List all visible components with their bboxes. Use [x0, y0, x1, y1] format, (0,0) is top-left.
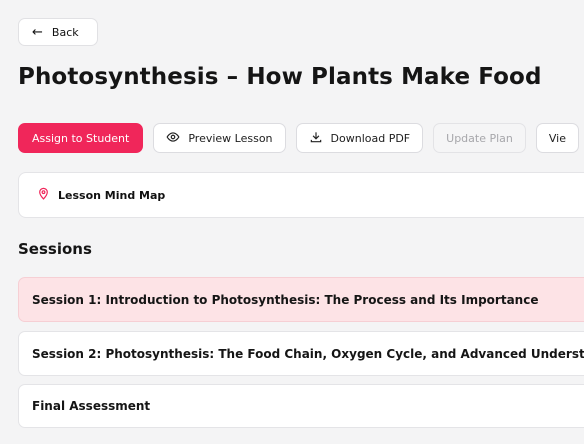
eye-icon: [166, 130, 180, 147]
session-item-label: Session 1: Introduction to Photosynthesi…: [32, 292, 539, 307]
download-pdf-label: Download PDF: [330, 131, 411, 145]
back-button[interactable]: ← Back: [18, 18, 98, 46]
session-item-label: Final Assessment: [32, 399, 151, 413]
sessions-heading: Sessions: [18, 240, 92, 258]
final-assessment-item[interactable]: Final Assessment: [18, 384, 584, 428]
back-button-label: Back: [51, 25, 79, 39]
page-title: Photosynthesis – How Plants Make Food: [18, 64, 542, 90]
arrow-left-icon: ←: [32, 24, 43, 40]
preview-lesson-label: Preview Lesson: [188, 131, 273, 145]
lesson-toolbar: Assign to Student Preview Lesson Downloa…: [18, 123, 579, 153]
preview-lesson-button[interactable]: Preview Lesson: [153, 123, 286, 153]
lesson-mind-map-label: Lesson Mind Map: [58, 188, 166, 202]
session-item-2[interactable]: Session 2: Photosynthesis: The Food Chai…: [18, 331, 584, 376]
download-pdf-button[interactable]: Download PDF: [295, 123, 424, 153]
lesson-mind-map-card[interactable]: Lesson Mind Map: [18, 172, 584, 218]
session-item-label: Session 2: Photosynthesis: The Food Chai…: [32, 346, 584, 361]
session-item-1[interactable]: Session 1: Introduction to Photosynthesi…: [18, 277, 584, 322]
assign-to-student-button[interactable]: Assign to Student: [18, 123, 144, 153]
update-plan-label: Update Plan: [446, 131, 513, 145]
download-icon: [309, 130, 323, 147]
map-pin-icon: [37, 187, 50, 203]
view-button-label: Vie: [548, 131, 566, 145]
lesson-page: ← Back Photosynthesis – How Plants Make …: [0, 0, 584, 444]
update-plan-button[interactable]: Update Plan: [433, 123, 526, 153]
view-button[interactable]: Vie: [535, 123, 579, 153]
assign-to-student-label: Assign to Student: [32, 131, 130, 145]
